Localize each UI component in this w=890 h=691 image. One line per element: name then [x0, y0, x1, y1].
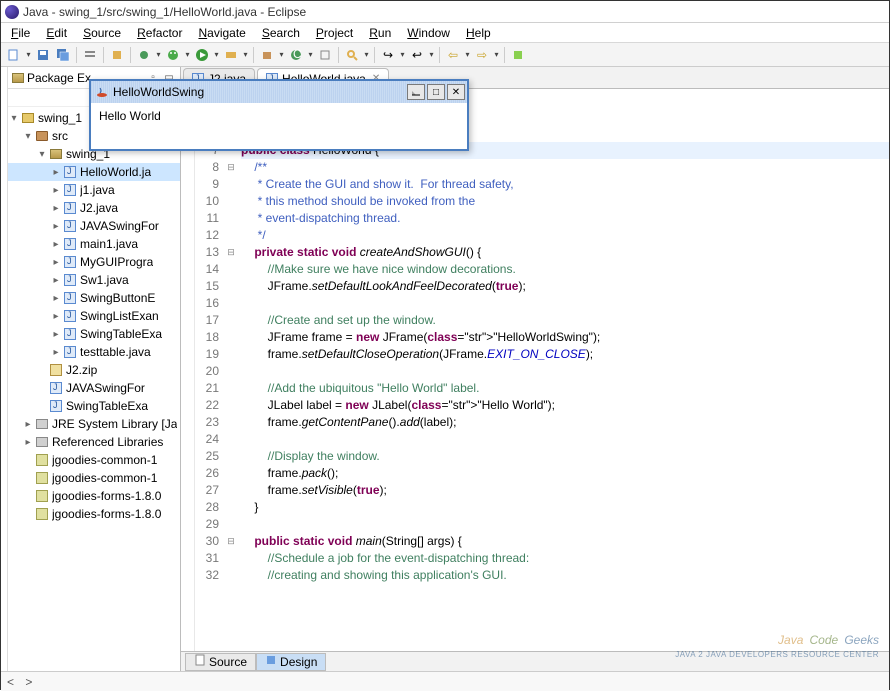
svg-text:C: C [293, 48, 302, 61]
folding-ruler[interactable]: ⊟⊟⊟ [225, 89, 237, 651]
tree-lib-0[interactable]: ▸JRE System Library [Ja [8, 415, 180, 433]
new-class-button[interactable]: C [287, 46, 305, 64]
tree-file-6[interactable]: ▸Sw1.java [8, 271, 180, 289]
tree-extra-2[interactable]: SwingTableExa [8, 397, 180, 415]
menu-help[interactable]: Help [458, 24, 499, 42]
tree-file-4[interactable]: ▸main1.java [8, 235, 180, 253]
swing-label: Hello World [99, 109, 161, 123]
menu-edit[interactable]: Edit [38, 24, 75, 42]
package-icon [12, 73, 24, 83]
debug-button[interactable] [164, 46, 182, 64]
tree-file-7[interactable]: ▸SwingButtonE [8, 289, 180, 307]
build-button[interactable] [108, 46, 126, 64]
tree-file-8[interactable]: ▸SwingListExan [8, 307, 180, 325]
bottom-tab-source[interactable]: Source [185, 653, 256, 671]
menu-bar: FileEditSourceRefactorNavigateSearchProj… [1, 23, 889, 43]
new-dropdown[interactable]: ▾ [25, 46, 32, 64]
toggle-breadcrumb-button[interactable] [81, 46, 99, 64]
tree-jar-3[interactable]: jgoodies-forms-1.8.0 [8, 505, 180, 523]
swing-titlebar[interactable]: HelloWorldSwing □ ✕ [91, 81, 467, 103]
prev-annotation-button[interactable]: ↩ [408, 46, 426, 64]
swing-iconify-button[interactable] [407, 84, 425, 100]
back-dropdown[interactable]: ▾ [464, 46, 471, 64]
next-ann-dropdown[interactable]: ▾ [399, 46, 406, 64]
swing-window-title: HelloWorldSwing [113, 85, 204, 99]
main-area: Package Ex... ▫ ▭ ⇆ ⇵ ▾ ▾swing_1▾src▾swi… [1, 67, 889, 671]
tree-file-5[interactable]: ▸MyGUIProgra [8, 253, 180, 271]
status-bar: < > [1, 671, 889, 691]
run-last-dropdown[interactable]: ▾ [242, 46, 249, 64]
menu-window[interactable]: Window [399, 24, 458, 42]
line-number-ruler: 4567891011121314151617181920212223242526… [195, 89, 225, 651]
tree-file-9[interactable]: ▸SwingTableExa [8, 325, 180, 343]
window-title: Java - swing_1/src/swing_1/HelloWorld.ja… [23, 5, 306, 19]
tree-jar-2[interactable]: jgoodies-forms-1.8.0 [8, 487, 180, 505]
menu-refactor[interactable]: Refactor [129, 24, 190, 42]
swing-close-button[interactable]: ✕ [447, 84, 465, 100]
source-code[interactable]: import javax.swing.*;public class HelloW… [237, 89, 889, 651]
editor-area: J2.javaHelloWorld.java✕ 4567891011121314… [181, 67, 889, 671]
tree-extra-0[interactable]: J2.zip [8, 361, 180, 379]
swing-maximize-button[interactable]: □ [427, 84, 445, 100]
open-type-button[interactable] [316, 46, 334, 64]
tree-jar-0[interactable]: jgoodies-common-1 [8, 451, 180, 469]
run-last-button[interactable] [222, 46, 240, 64]
editor-bottom-tabs: SourceDesign [181, 651, 889, 671]
tree-file-3[interactable]: ▸JAVASwingFor [8, 217, 180, 235]
tree-file-1[interactable]: ▸j1.java [8, 181, 180, 199]
menu-navigate[interactable]: Navigate [190, 24, 253, 42]
run-button[interactable] [193, 46, 211, 64]
skip-dropdown[interactable]: ▾ [155, 46, 162, 64]
tree-lib-1[interactable]: ▸Referenced Libraries [8, 433, 180, 451]
prev-ann-dropdown[interactable]: ▾ [428, 46, 435, 64]
save-all-button[interactable] [54, 46, 72, 64]
eclipse-icon [5, 5, 19, 19]
main-toolbar: ▾ ▾ ▾ ▾ ▾ ▾ C▾ ▾ ↪▾ ↩▾ ⇦▾ ⇨▾ [1, 43, 889, 67]
new-package-dropdown[interactable]: ▾ [278, 46, 285, 64]
next-annotation-button[interactable]: ↪ [379, 46, 397, 64]
search-dropdown[interactable]: ▾ [363, 46, 370, 64]
menu-file[interactable]: File [3, 24, 38, 42]
source-icon [194, 654, 206, 669]
editor-body[interactable]: 4567891011121314151617181920212223242526… [181, 89, 889, 651]
forward-dropdown[interactable]: ▾ [493, 46, 500, 64]
new-class-dropdown[interactable]: ▾ [307, 46, 314, 64]
back-button[interactable]: ⇦ [444, 46, 462, 64]
package-explorer-tree[interactable]: ▾swing_1▾src▾swing_1▸HelloWorld.ja▸j1.ja… [8, 107, 180, 671]
menu-run[interactable]: Run [361, 24, 399, 42]
tree-file-2[interactable]: ▸J2.java [8, 199, 180, 217]
tree-file-10[interactable]: ▸testtable.java [8, 343, 180, 361]
fast-view-buttons[interactable]: < > [7, 675, 36, 689]
left-trim [1, 67, 8, 671]
tree-file-0[interactable]: ▸HelloWorld.ja [8, 163, 180, 181]
bottom-tab-design[interactable]: Design [256, 653, 326, 671]
swing-content-pane: Hello World [91, 103, 467, 129]
save-button[interactable] [34, 46, 52, 64]
new-package-button[interactable] [258, 46, 276, 64]
menu-project[interactable]: Project [308, 24, 361, 42]
run-dropdown[interactable]: ▾ [213, 46, 220, 64]
window-titlebar: Java - swing_1/src/swing_1/HelloWorld.ja… [1, 1, 889, 23]
tree-jar-1[interactable]: jgoodies-common-1 [8, 469, 180, 487]
skip-breakpoints-button[interactable] [135, 46, 153, 64]
java-cup-icon [95, 85, 109, 99]
package-explorer-view: Package Ex... ▫ ▭ ⇆ ⇵ ▾ ▾swing_1▾src▾swi… [8, 67, 181, 671]
debug-dropdown[interactable]: ▾ [184, 46, 191, 64]
pin-button[interactable] [509, 46, 527, 64]
marker-ruler [181, 89, 195, 651]
forward-button[interactable]: ⇨ [473, 46, 491, 64]
tree-extra-1[interactable]: JAVASwingFor [8, 379, 180, 397]
new-button[interactable] [5, 46, 23, 64]
design-icon [265, 654, 277, 669]
search-button[interactable] [343, 46, 361, 64]
menu-search[interactable]: Search [254, 24, 308, 42]
running-swing-window[interactable]: HelloWorldSwing □ ✕ Hello World [89, 79, 469, 151]
menu-source[interactable]: Source [75, 24, 129, 42]
